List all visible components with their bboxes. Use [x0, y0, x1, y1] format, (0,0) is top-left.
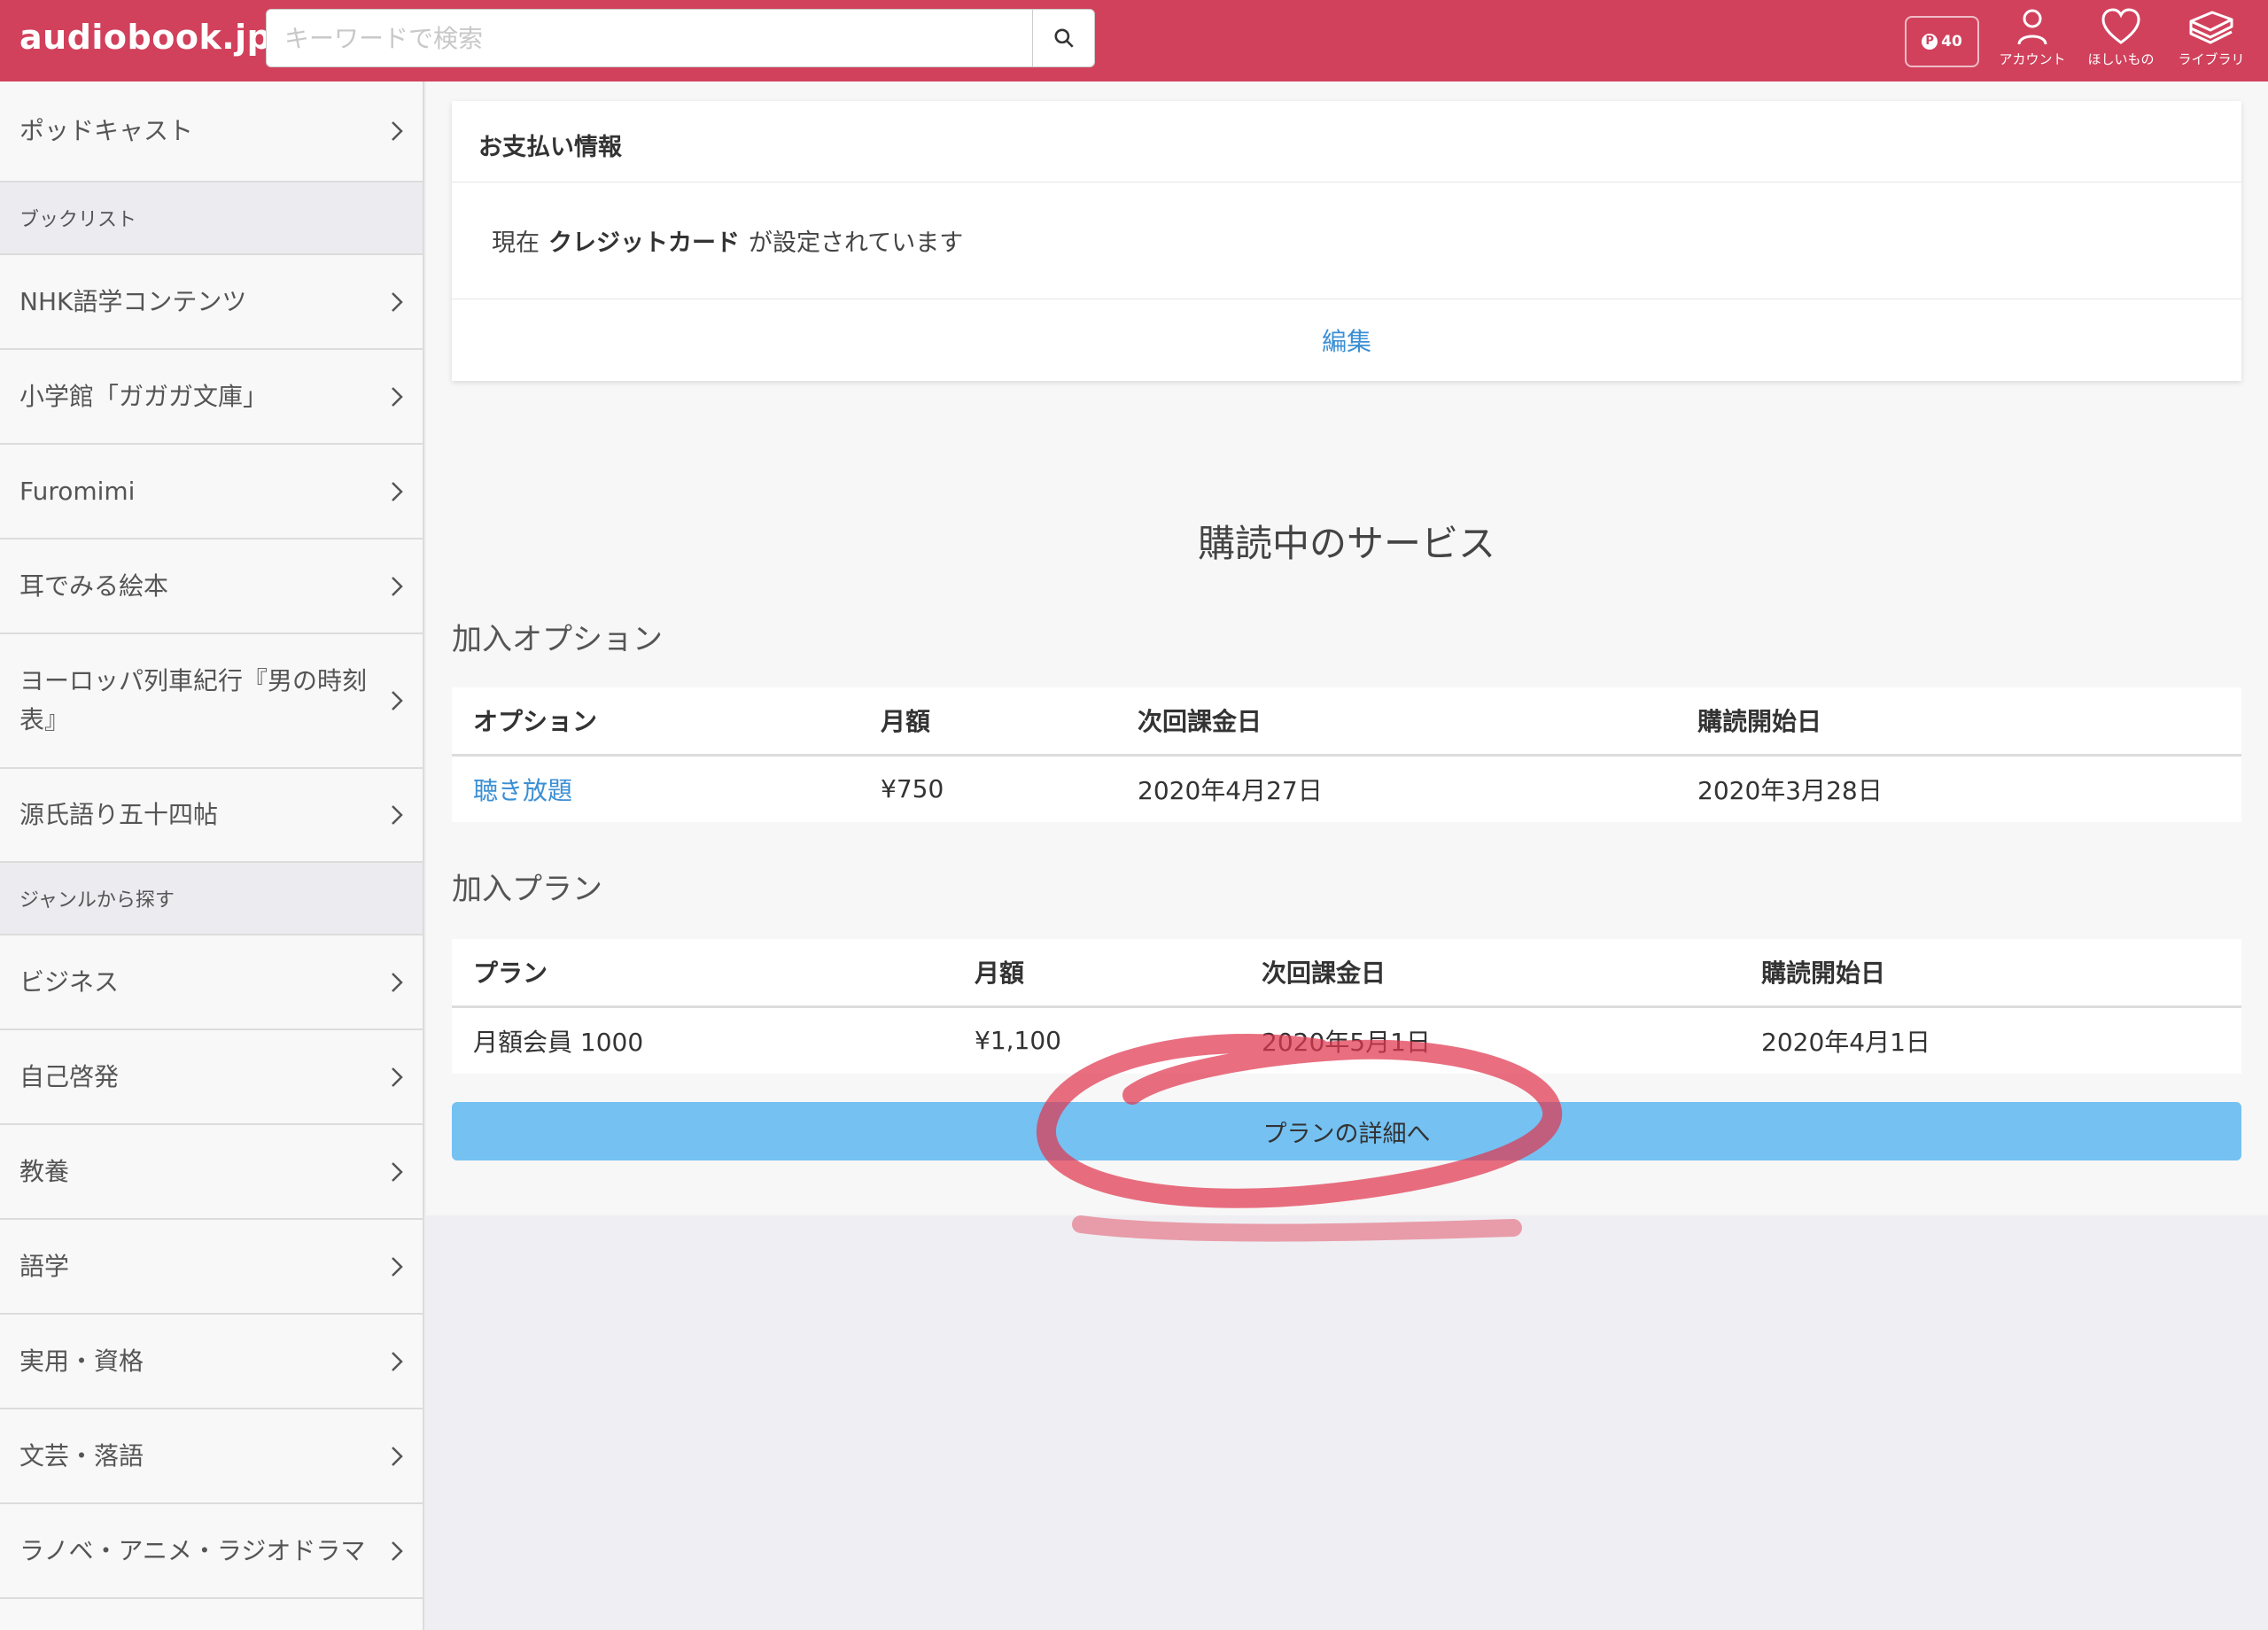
- sidebar-item-genre-6[interactable]: ラノベ・アニメ・ラジオドラマ: [0, 1504, 423, 1599]
- payment-info-card: お支払い情報 現在 クレジットカード が設定されています 編集: [452, 101, 2241, 381]
- account-link[interactable]: アカウント: [1988, 7, 2077, 76]
- sidebar-item-genre-5[interactable]: 文芸・落語: [0, 1409, 423, 1504]
- sidebar-item-booklist-4[interactable]: ヨーロッパ列車紀行『男の時刻表』: [0, 634, 423, 769]
- table-header-row: オプション 月額 次回課金日 購読開始日: [452, 687, 2241, 757]
- search-button[interactable]: [1032, 10, 1094, 66]
- sidebar-item-booklist-0[interactable]: NHK語学コンテンツ: [0, 255, 423, 350]
- sidebar-item-label: Furomimi: [19, 476, 136, 506]
- sidebar-section-genre: ジャンルから探す: [0, 863, 423, 935]
- table-cell: 2020年4月27日: [1138, 775, 1323, 805]
- subscriptions-title: 購読中のサービス: [1197, 522, 1495, 565]
- sidebar: ポッドキャスト ブックリスト NHK語学コンテンツ 小学館「ガガガ文庫」 Fur…: [0, 82, 424, 1630]
- column-header: 購読開始日: [1740, 939, 2241, 1008]
- library-link[interactable]: ライブラリ: [2167, 7, 2256, 76]
- library-label: ライブラリ: [2178, 51, 2245, 67]
- sidebar-item-label: 源氏語り五十四帖: [19, 800, 219, 829]
- top-header: audiobook.jp P 40 アカウント ほしいもの ライブラリ: [0, 0, 2268, 82]
- point-icon: P: [1922, 34, 1938, 50]
- sidebar-item-genre-4[interactable]: 実用・資格: [0, 1315, 423, 1409]
- column-header: 月額: [953, 939, 1240, 1008]
- table-cell: 2020年3月28日: [1697, 775, 1883, 805]
- chevron-right-icon: [392, 1446, 403, 1466]
- plans-table: プラン 月額 次回課金日 購読開始日 月額会員 1000 ¥1,100 2020…: [452, 939, 2241, 1074]
- edit-payment-link[interactable]: 編集: [452, 299, 2241, 381]
- column-header: プラン: [452, 939, 953, 1008]
- chevron-right-icon: [392, 972, 403, 992]
- sidebar-item-label: 文芸・落語: [19, 1440, 144, 1471]
- sidebar-item-label: 自己啓発: [19, 1061, 120, 1091]
- sidebar-section-label: ジャンルから探す: [19, 889, 175, 912]
- sidebar-item-booklist-5[interactable]: 源氏語り五十四帖: [0, 769, 423, 863]
- sidebar-item-label: 実用・資格: [19, 1346, 144, 1376]
- search-bar: [266, 9, 1095, 67]
- payment-card-title: お支払い情報: [452, 101, 2241, 182]
- sidebar-item-label: ポッドキャスト: [19, 116, 194, 145]
- sidebar-item-label: 教養: [19, 1156, 70, 1186]
- chevron-right-icon: [392, 1351, 403, 1371]
- chevron-right-icon: [392, 691, 403, 710]
- sidebar-item-label: NHK語学コンテンツ: [19, 286, 247, 316]
- table-cell: ¥1,100: [975, 1026, 1061, 1056]
- chevron-right-icon: [392, 805, 403, 825]
- chevron-right-icon: [392, 386, 403, 407]
- sidebar-item-label: 語学: [19, 1251, 70, 1281]
- sidebar-section-label: ブックリスト: [19, 209, 137, 231]
- table-cell: 2020年5月1日: [1262, 1027, 1431, 1057]
- chevron-right-icon: [392, 481, 403, 501]
- table-cell: 月額会員 1000: [473, 1027, 644, 1057]
- wishlist-link[interactable]: ほしいもの: [2077, 7, 2165, 76]
- sidebar-item-booklist-1[interactable]: 小学館「ガガガ文庫」: [0, 350, 423, 445]
- book-stack-icon: [2189, 11, 2233, 44]
- column-header: 次回課金日: [1116, 687, 1676, 757]
- wishlist-label: ほしいもの: [2087, 51, 2155, 67]
- plan-detail-button[interactable]: プランの詳細へ: [452, 1102, 2241, 1160]
- sidebar-item-podcast[interactable]: ポッドキャスト: [0, 82, 423, 182]
- column-header: 次回課金日: [1240, 939, 1740, 1008]
- points-badge[interactable]: P 40: [1905, 16, 1979, 67]
- chevron-right-icon: [392, 576, 403, 596]
- sidebar-item-genre-2[interactable]: 教養: [0, 1125, 423, 1220]
- plans-subtitle: 加入プラン: [452, 872, 602, 907]
- payment-suffix: が設定されています: [749, 229, 964, 257]
- site-logo[interactable]: audiobook.jp: [19, 18, 271, 57]
- sidebar-item-label: ビジネス: [19, 966, 120, 997]
- payment-status: 現在 クレジットカード が設定されています: [452, 182, 2241, 299]
- option-name-link[interactable]: 聴き放題: [452, 755, 859, 822]
- sidebar-item-label: ヨーロッパ列車紀行『男の時刻表』: [19, 666, 368, 734]
- heart-icon: [2101, 8, 2140, 44]
- sidebar-item-label: 小学館「ガガガ文庫」: [19, 381, 268, 411]
- column-header: 購読開始日: [1676, 687, 2241, 757]
- account-label: アカウント: [1999, 51, 2066, 67]
- payment-prefix: 現在: [492, 229, 540, 257]
- sidebar-item-genre-1[interactable]: 自己啓発: [0, 1030, 423, 1125]
- search-input[interactable]: [267, 10, 1032, 66]
- chevron-right-icon: [392, 291, 403, 312]
- sidebar-item-genre-3[interactable]: 語学: [0, 1220, 423, 1315]
- table-cell: ¥750: [881, 774, 944, 804]
- sidebar-section-booklist: ブックリスト: [0, 182, 423, 255]
- sidebar-item-booklist-2[interactable]: Furomimi: [0, 445, 423, 539]
- sidebar-item-genre-0[interactable]: ビジネス: [0, 935, 423, 1030]
- user-icon: [2017, 9, 2047, 45]
- chevron-right-icon: [392, 1256, 403, 1277]
- options-table: オプション 月額 次回課金日 購読開始日 聴き放題 ¥750 2020年4月27…: [452, 687, 2241, 822]
- table-header-row: プラン 月額 次回課金日 購読開始日: [452, 939, 2241, 1008]
- chevron-right-icon: [392, 1541, 403, 1561]
- column-header: オプション: [452, 687, 859, 757]
- table-row: 聴き放題 ¥750 2020年4月27日 2020年3月28日: [452, 755, 2241, 822]
- sidebar-item-booklist-3[interactable]: 耳でみる絵本: [0, 539, 423, 634]
- points-count: 40: [1941, 33, 1962, 50]
- options-subtitle: 加入オプション: [452, 622, 663, 657]
- chevron-right-icon: [392, 1067, 403, 1087]
- table-cell: 2020年4月1日: [1761, 1027, 1930, 1057]
- search-icon: [1053, 28, 1074, 48]
- sidebar-item-label: 耳でみる絵本: [19, 570, 169, 601]
- chevron-right-icon: [392, 121, 403, 141]
- payment-method: クレジットカード: [548, 229, 740, 257]
- chevron-right-icon: [392, 1161, 403, 1182]
- column-header: 月額: [859, 687, 1116, 757]
- sidebar-item-label: ラノベ・アニメ・ラジオドラマ: [19, 1535, 366, 1565]
- table-row: 月額会員 1000 ¥1,100 2020年5月1日 2020年4月1日: [452, 1006, 2241, 1074]
